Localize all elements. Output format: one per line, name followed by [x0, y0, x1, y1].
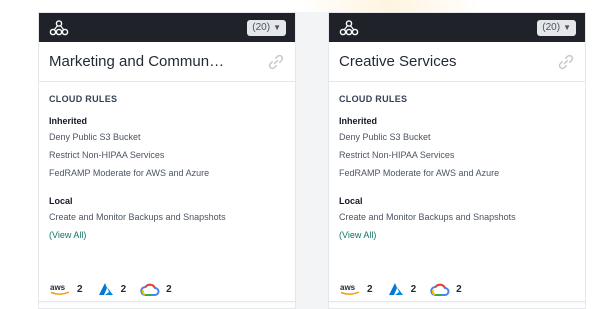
cloud-rules-heading: CLOUD RULES: [339, 94, 408, 104]
cloud-rules-heading: CLOUD RULES: [49, 94, 118, 104]
aws-icon: aws: [49, 282, 71, 296]
local-heading: Local: [339, 196, 363, 206]
org-hierarchy-icon: [339, 19, 359, 36]
azure-count: 2: [120, 283, 127, 295]
gcp-provider: 2: [140, 282, 172, 297]
azure-provider: 2: [97, 282, 127, 296]
inherited-heading: Inherited: [49, 116, 88, 126]
rule-item: Deny Public S3 Bucket: [49, 132, 141, 142]
cloud-providers-row: aws 2 2 2: [39, 270, 295, 308]
rule-item: Restrict Non-HIPAA Services: [49, 150, 165, 160]
azure-count: 2: [410, 283, 417, 295]
card-title-row: Marketing and Commun…: [39, 42, 295, 82]
link-icon[interactable]: [267, 53, 285, 71]
rule-item: FedRAMP Moderate for AWS and Azure: [49, 168, 210, 178]
page-right-margin: [586, 0, 608, 309]
rule-item: Create and Monitor Backups and Snapshots: [49, 212, 226, 222]
card-title[interactable]: Creative Services: [339, 53, 457, 70]
cloud-rules-section: CLOUD RULES Inherited Deny Public S3 Buc…: [329, 82, 585, 302]
card-title[interactable]: Marketing and Commun…: [49, 53, 224, 70]
aws-count: 2: [367, 283, 373, 295]
azure-icon: [387, 282, 405, 296]
gcp-count: 2: [166, 283, 172, 295]
page-top-glow: [300, 0, 480, 12]
gcp-provider: 2: [430, 282, 462, 297]
inherited-heading: Inherited: [339, 116, 378, 126]
local-heading: Local: [49, 196, 73, 206]
gcp-count: 2: [456, 283, 462, 295]
card-title-row: Creative Services: [329, 42, 585, 82]
aws-icon: aws: [339, 282, 361, 296]
view-all-link[interactable]: (View All): [339, 230, 575, 240]
svg-text:aws: aws: [340, 283, 356, 292]
view-all-link[interactable]: (View All): [49, 230, 285, 240]
azure-provider: 2: [387, 282, 417, 296]
count-label: (20): [252, 22, 271, 33]
chevron-down-icon: ▼: [273, 23, 281, 32]
gcp-icon: [430, 282, 450, 297]
chevron-down-icon: ▼: [563, 23, 571, 32]
card-header: (20) ▼: [39, 13, 295, 42]
gcp-icon: [140, 282, 160, 297]
svg-text:aws: aws: [50, 283, 66, 292]
count-dropdown[interactable]: (20) ▼: [247, 19, 286, 36]
azure-icon: [97, 282, 115, 296]
aws-count: 2: [77, 283, 83, 295]
rule-item: Deny Public S3 Bucket: [339, 132, 431, 142]
page-left-margin: [0, 0, 38, 309]
org-hierarchy-icon: [49, 19, 69, 36]
count-label: (20): [542, 22, 561, 33]
project-card[interactable]: (20) ▼ Creative Services CLOUD RULES Inh…: [328, 12, 586, 309]
cloud-providers-row: aws 2 2 2: [329, 270, 585, 308]
cloud-rules-section: CLOUD RULES Inherited Deny Public S3 Buc…: [39, 82, 295, 302]
card-header: (20) ▼: [329, 13, 585, 42]
rule-item: Restrict Non-HIPAA Services: [339, 150, 455, 160]
aws-provider: aws 2: [339, 282, 373, 296]
link-icon[interactable]: [557, 53, 575, 71]
count-dropdown[interactable]: (20) ▼: [537, 19, 576, 36]
project-card[interactable]: (20) ▼ Marketing and Commun… CLOUD RULES…: [38, 12, 296, 309]
rule-item: FedRAMP Moderate for AWS and Azure: [339, 168, 500, 178]
aws-provider: aws 2: [49, 282, 83, 296]
rule-item: Create and Monitor Backups and Snapshots: [339, 212, 516, 222]
